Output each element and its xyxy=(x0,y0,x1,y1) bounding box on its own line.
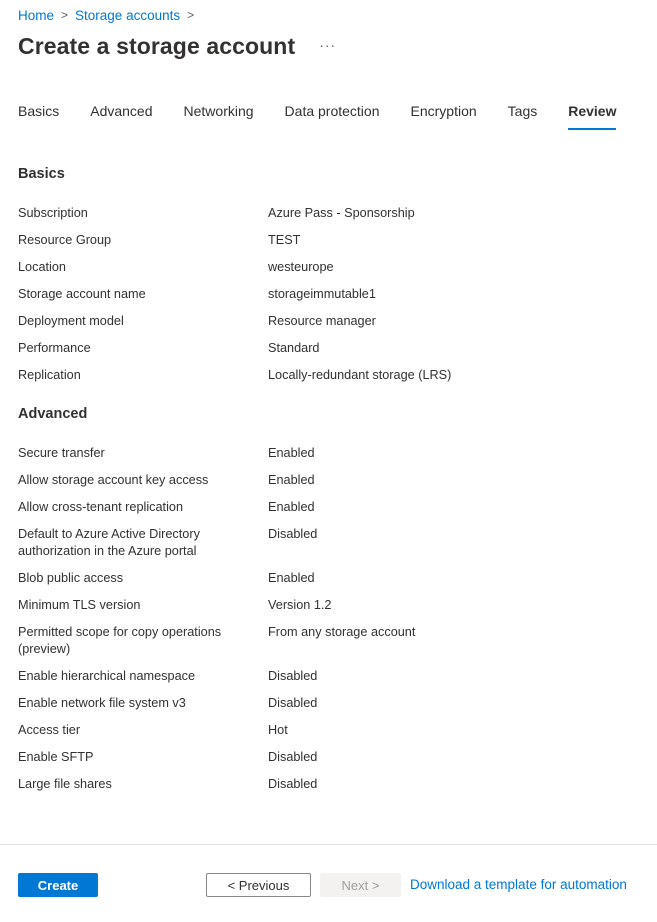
chevron-right-icon: > xyxy=(187,8,195,22)
row-value: Enabled xyxy=(268,446,315,460)
row-label: Deployment model xyxy=(18,314,124,328)
tab-networking[interactable]: Networking xyxy=(184,100,254,130)
section-title-advanced: Advanced xyxy=(18,406,88,422)
row-label: Enable SFTP xyxy=(18,750,94,764)
row-value: Disabled xyxy=(268,750,318,764)
breadcrumb-home[interactable]: Home xyxy=(18,8,54,23)
row-value: From any storage account xyxy=(268,625,416,639)
row-label: Large file shares xyxy=(18,777,112,791)
footer-divider xyxy=(0,844,657,845)
row-label: Default to Azure Active Directory author… xyxy=(18,527,200,558)
breadcrumb-storage-accounts[interactable]: Storage accounts xyxy=(75,8,180,23)
row-label: Enable hierarchical namespace xyxy=(18,669,196,683)
page-title: Create a storage account xyxy=(18,33,296,59)
row-value: Azure Pass - Sponsorship xyxy=(268,206,415,220)
row-label: Enable network file system v3 xyxy=(18,696,186,710)
download-template-link[interactable]: Download a template for automation xyxy=(410,877,627,892)
tab-advanced[interactable]: Advanced xyxy=(90,100,152,130)
row-value: Disabled xyxy=(268,527,318,541)
tab-list: Basics Advanced Networking Data protecti… xyxy=(18,100,617,130)
row-value: Hot xyxy=(268,723,288,737)
row-label: Resource Group xyxy=(18,233,112,247)
create-button[interactable]: Create xyxy=(18,873,98,897)
tab-basics[interactable]: Basics xyxy=(18,100,59,130)
row-value: storageimmutable1 xyxy=(268,287,376,301)
row-label: Blob public access xyxy=(18,571,124,585)
row-value: Version 1.2 xyxy=(268,598,332,612)
row-label: Subscription xyxy=(18,206,88,220)
tab-data-protection[interactable]: Data protection xyxy=(285,100,380,130)
row-value: Disabled xyxy=(268,777,318,791)
row-value: Disabled xyxy=(268,669,318,683)
tab-encryption[interactable]: Encryption xyxy=(411,100,477,130)
chevron-right-icon: > xyxy=(61,8,69,22)
section-title-basics: Basics xyxy=(18,166,65,182)
row-label: Secure transfer xyxy=(18,446,105,460)
row-value: Locally-redundant storage (LRS) xyxy=(268,368,452,382)
row-value: Enabled xyxy=(268,500,315,514)
row-label: Storage account name xyxy=(18,287,146,301)
row-value: Disabled xyxy=(268,696,318,710)
row-label: Permitted scope for copy operations (pre… xyxy=(18,625,222,656)
next-button[interactable]: Next > xyxy=(320,873,401,897)
breadcrumb: Home > Storage accounts > xyxy=(18,6,201,24)
row-label: Minimum TLS version xyxy=(18,598,141,612)
row-label: Allow storage account key access xyxy=(18,473,209,487)
more-options-icon[interactable]: ··· xyxy=(319,38,336,52)
tab-review[interactable]: Review xyxy=(568,100,617,130)
row-value: TEST xyxy=(268,233,301,247)
row-label: Access tier xyxy=(18,723,81,737)
row-value: Enabled xyxy=(268,473,315,487)
row-value: Standard xyxy=(268,341,320,355)
row-label: Replication xyxy=(18,368,81,382)
row-value: Resource manager xyxy=(268,314,376,328)
row-value: westeurope xyxy=(268,260,334,274)
row-label: Performance xyxy=(18,341,91,355)
row-label: Allow cross-tenant replication xyxy=(18,500,184,514)
row-label: Location xyxy=(18,260,66,274)
previous-button[interactable]: < Previous xyxy=(206,873,311,897)
tab-tags[interactable]: Tags xyxy=(508,100,538,130)
row-value: Enabled xyxy=(268,571,315,585)
title-row: Create a storage account ··· xyxy=(18,33,336,60)
